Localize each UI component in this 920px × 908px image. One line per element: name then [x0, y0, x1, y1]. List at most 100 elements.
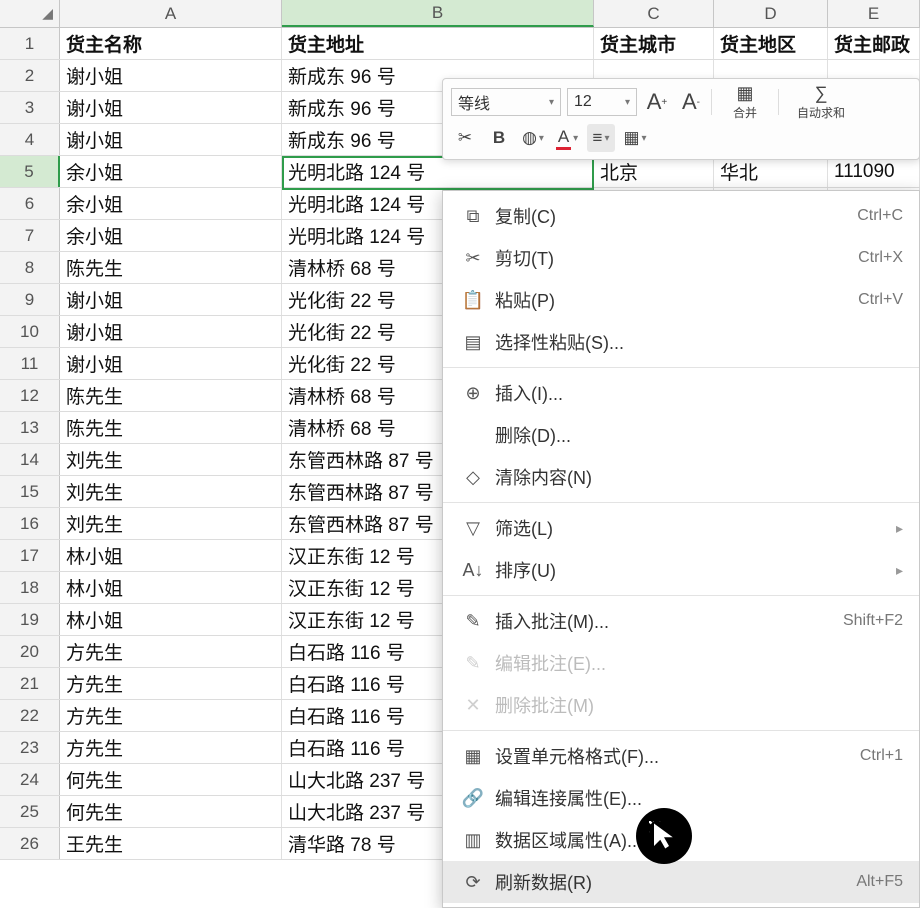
sigma-icon: ∑: [815, 83, 828, 104]
cell[interactable]: 刘先生: [60, 508, 282, 539]
cell[interactable]: 林小姐: [60, 572, 282, 603]
cell[interactable]: 林小姐: [60, 604, 282, 635]
row-number[interactable]: 18: [0, 572, 60, 603]
cell[interactable]: 余小姐: [60, 156, 282, 187]
align-button[interactable]: ≡▾: [587, 124, 615, 152]
font-color-button[interactable]: A▾: [553, 124, 581, 152]
row-number[interactable]: 6: [0, 188, 60, 219]
row-number[interactable]: 23: [0, 732, 60, 763]
ctx-label: 数据区域属性(A)...: [495, 827, 903, 853]
cell[interactable]: 林小姐: [60, 540, 282, 571]
cell[interactable]: 方先生: [60, 668, 282, 699]
row-number[interactable]: 5: [0, 156, 60, 187]
header-cell[interactable]: 货主地址: [282, 28, 594, 59]
row-number[interactable]: 26: [0, 828, 60, 859]
paint-bucket-icon: ◍: [522, 128, 537, 148]
fill-color-button[interactable]: ◍▾: [519, 124, 547, 152]
row-number[interactable]: 3: [0, 92, 60, 123]
font-size-combo[interactable]: 12 ▾: [567, 88, 637, 116]
cell[interactable]: 谢小姐: [60, 92, 282, 123]
cell[interactable]: 方先生: [60, 700, 282, 731]
ctx-clear[interactable]: ◇ 清除内容(N): [443, 456, 919, 498]
format-painter-button[interactable]: ✂: [451, 124, 479, 152]
ctx-insert-comment[interactable]: ✎ 插入批注(M)... Shift+F2: [443, 600, 919, 642]
cell[interactable]: 谢小姐: [60, 284, 282, 315]
cell[interactable]: 方先生: [60, 636, 282, 667]
row-number[interactable]: 12: [0, 380, 60, 411]
borders-button[interactable]: ▦▾: [621, 124, 649, 152]
row-number[interactable]: 8: [0, 252, 60, 283]
autosum-button[interactable]: ∑ 自动求和: [785, 83, 857, 121]
font-family-combo[interactable]: 等线 ▾: [451, 88, 561, 116]
row-number[interactable]: 16: [0, 508, 60, 539]
header-cell[interactable]: 货主地区: [714, 28, 828, 59]
cell[interactable]: 余小姐: [60, 220, 282, 251]
row-number[interactable]: 19: [0, 604, 60, 635]
cell[interactable]: 谢小姐: [60, 124, 282, 155]
ctx-refresh-data[interactable]: ⟳ 刷新数据(R) Alt+F5: [443, 861, 919, 903]
ctx-copy[interactable]: ⧉ 复制(C) Ctrl+C: [443, 195, 919, 237]
row-number[interactable]: 7: [0, 220, 60, 251]
row-number[interactable]: 9: [0, 284, 60, 315]
header-cell[interactable]: 货主名称: [60, 28, 282, 59]
ctx-insert[interactable]: ⊕ 插入(I)...: [443, 372, 919, 414]
cell[interactable]: 北京: [594, 156, 714, 187]
header-cell[interactable]: 货主城市: [594, 28, 714, 59]
ctx-edit-comment: ✎ 编辑批注(E)...: [443, 642, 919, 684]
row-number[interactable]: 17: [0, 540, 60, 571]
ctx-format-cells[interactable]: ▦ 设置单元格格式(F)... Ctrl+1: [443, 735, 919, 777]
ctx-label: 编辑连接属性(E)...: [495, 785, 903, 811]
paste-special-icon: ▤: [459, 332, 487, 353]
col-header-A[interactable]: A: [60, 0, 282, 27]
row-number[interactable]: 22: [0, 700, 60, 731]
cell[interactable]: 陈先生: [60, 380, 282, 411]
select-all-corner[interactable]: ◢: [0, 0, 60, 27]
row-number[interactable]: 10: [0, 316, 60, 347]
ctx-delete[interactable]: · 删除(D)...: [443, 414, 919, 456]
cell[interactable]: 谢小姐: [60, 316, 282, 347]
cell[interactable]: 方先生: [60, 732, 282, 763]
row-number[interactable]: 13: [0, 412, 60, 443]
cell[interactable]: 华北: [714, 156, 828, 187]
col-header-E[interactable]: E: [828, 0, 920, 27]
row-number[interactable]: 4: [0, 124, 60, 155]
ctx-paste[interactable]: 📋 粘贴(P) Ctrl+V: [443, 279, 919, 321]
row-number[interactable]: 21: [0, 668, 60, 699]
merge-cells-button[interactable]: ▦ 合并: [718, 83, 772, 121]
cell[interactable]: 陈先生: [60, 252, 282, 283]
cell[interactable]: 谢小姐: [60, 60, 282, 91]
ctx-cut[interactable]: ✂ 剪切(T) Ctrl+X: [443, 237, 919, 279]
cell[interactable]: 刘先生: [60, 476, 282, 507]
row-number[interactable]: 11: [0, 348, 60, 379]
cell[interactable]: 何先生: [60, 796, 282, 827]
row-number[interactable]: 20: [0, 636, 60, 667]
ctx-edit-link[interactable]: 🔗 编辑连接属性(E)...: [443, 777, 919, 819]
chevron-down-icon: ▾: [539, 133, 544, 144]
row-number[interactable]: 24: [0, 764, 60, 795]
ctx-label: 设置单元格格式(F)...: [495, 743, 860, 769]
cell[interactable]: 刘先生: [60, 444, 282, 475]
cell[interactable]: 111090: [828, 156, 920, 187]
ctx-filter[interactable]: ▽ 筛选(L) ▸: [443, 507, 919, 549]
header-cell[interactable]: 货主邮政: [828, 28, 920, 59]
row-number[interactable]: 2: [0, 60, 60, 91]
col-header-C[interactable]: C: [594, 0, 714, 27]
bold-button[interactable]: B: [485, 124, 513, 152]
cell[interactable]: 谢小姐: [60, 348, 282, 379]
cell[interactable]: 陈先生: [60, 412, 282, 443]
ctx-sort[interactable]: A↓ 排序(U) ▸: [443, 549, 919, 591]
shortcut-text: Ctrl+V: [858, 291, 903, 309]
cell[interactable]: 余小姐: [60, 188, 282, 219]
decrease-font-button[interactable]: A-: [677, 88, 705, 116]
row-number[interactable]: 14: [0, 444, 60, 475]
increase-font-button[interactable]: A+: [643, 88, 671, 116]
cell[interactable]: 光明北路 124 号: [282, 156, 594, 187]
row-number[interactable]: 15: [0, 476, 60, 507]
cell[interactable]: 何先生: [60, 764, 282, 795]
cell[interactable]: 王先生: [60, 828, 282, 859]
col-header-B[interactable]: B: [282, 0, 594, 27]
ctx-paste-special[interactable]: ▤ 选择性粘贴(S)...: [443, 321, 919, 363]
row-number[interactable]: 25: [0, 796, 60, 827]
row-number[interactable]: 1: [0, 28, 60, 59]
col-header-D[interactable]: D: [714, 0, 828, 27]
